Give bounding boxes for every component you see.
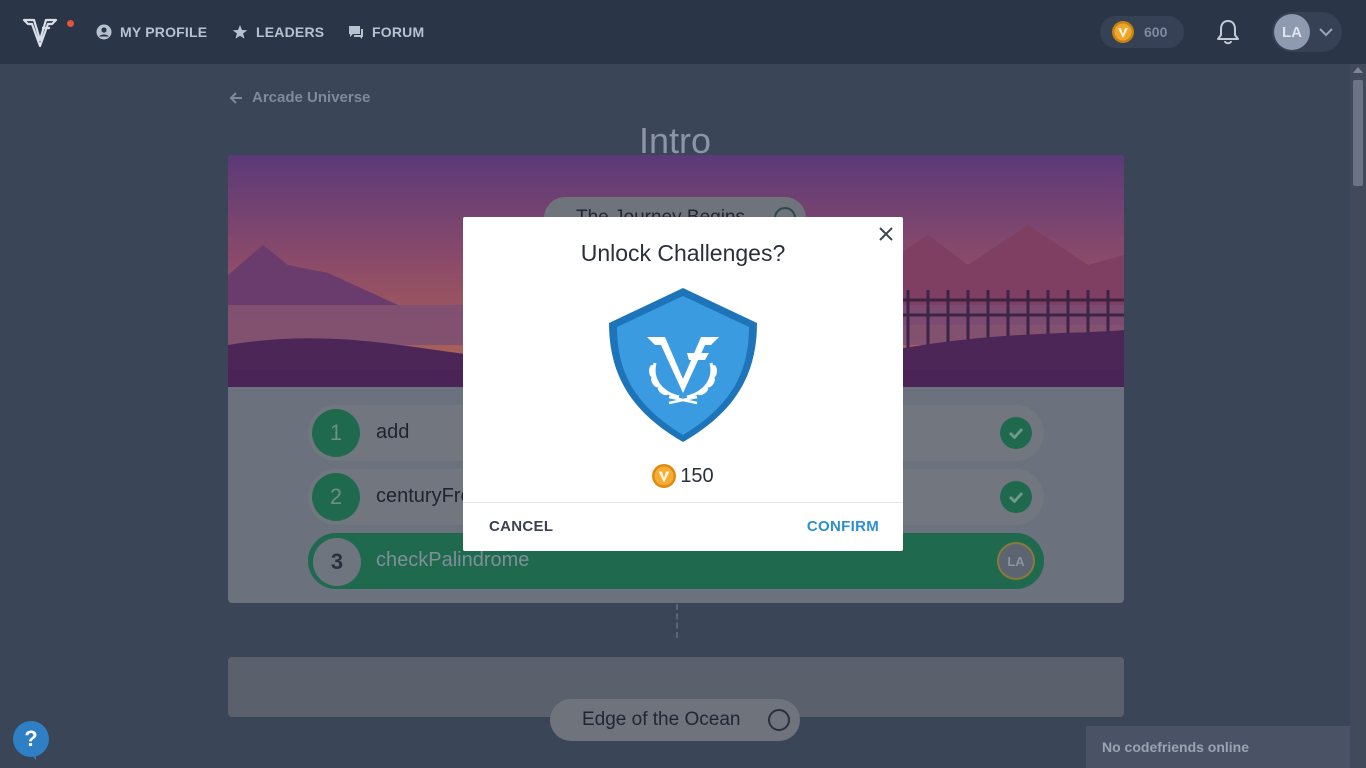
bell-icon[interactable]: [1215, 18, 1241, 46]
coin-icon: [652, 464, 677, 488]
codesignal-logo-icon[interactable]: [22, 14, 58, 48]
cancel-button[interactable]: CANCEL: [489, 518, 553, 535]
shield-badge-icon: [609, 288, 757, 442]
back-link-label: Arcade Universe: [252, 89, 371, 106]
nav-my-profile[interactable]: MY PROFILE: [96, 22, 207, 42]
help-bubble-tail: [28, 750, 36, 760]
back-link[interactable]: Arcade Universe: [228, 89, 370, 106]
section-tab-ocean[interactable]: Edge of the Ocean: [550, 699, 800, 741]
unlock-dialog: Unlock Challenges? 150 CANCEL CONFIRM: [463, 217, 903, 551]
dialog-divider: [463, 502, 903, 503]
scroll-up-arrow-icon[interactable]: [1353, 67, 1363, 73]
user-menu[interactable]: LA: [1272, 12, 1342, 52]
star-icon: [232, 25, 248, 39]
task-name: checkPalindrome: [376, 549, 530, 571]
task-number: 2: [312, 473, 360, 521]
task-number: 1: [312, 409, 360, 457]
confirm-button[interactable]: CONFIRM: [807, 518, 879, 535]
arrow-left-icon: [229, 91, 242, 104]
coin-icon: [1112, 21, 1134, 43]
check-icon: [1000, 417, 1032, 449]
avatar: LA: [1274, 14, 1310, 50]
unlock-cost-value: 150: [680, 464, 714, 487]
codefriends-status: No codefriends online: [1102, 739, 1250, 755]
connector-line: [676, 604, 678, 638]
codefriends-panel[interactable]: No codefriends online: [1086, 726, 1350, 768]
coin-count: 600: [1144, 24, 1168, 40]
coin-balance[interactable]: 600: [1100, 16, 1184, 48]
scrollbar-thumb[interactable]: [1353, 80, 1363, 186]
task-name: add: [376, 421, 410, 443]
dialog-title: Unlock Challenges?: [580, 240, 786, 266]
help-button-label: ?: [24, 726, 38, 751]
top-nav: MY PROFILE LEADERS FORUM 600 LA: [0, 0, 1366, 64]
check-icon: [1000, 481, 1032, 513]
task-number: 3: [313, 538, 361, 586]
nav-my-profile-label: MY PROFILE: [120, 24, 208, 40]
unlock-cost: 150: [463, 464, 903, 488]
section-tab-label: Edge of the Ocean: [582, 709, 741, 730]
nav-forum-label: FORUM: [372, 24, 425, 40]
status-circle-icon: [768, 709, 790, 731]
chat-icon: [349, 26, 363, 39]
nav-leaders[interactable]: LEADERS: [232, 22, 324, 42]
notification-dot: [67, 20, 74, 27]
user-circle-icon: [96, 24, 112, 40]
nav-forum[interactable]: FORUM: [348, 22, 424, 42]
chevron-down-icon: [1319, 28, 1333, 37]
nav-leaders-label: LEADERS: [256, 24, 325, 40]
avatar: LA: [997, 542, 1035, 580]
